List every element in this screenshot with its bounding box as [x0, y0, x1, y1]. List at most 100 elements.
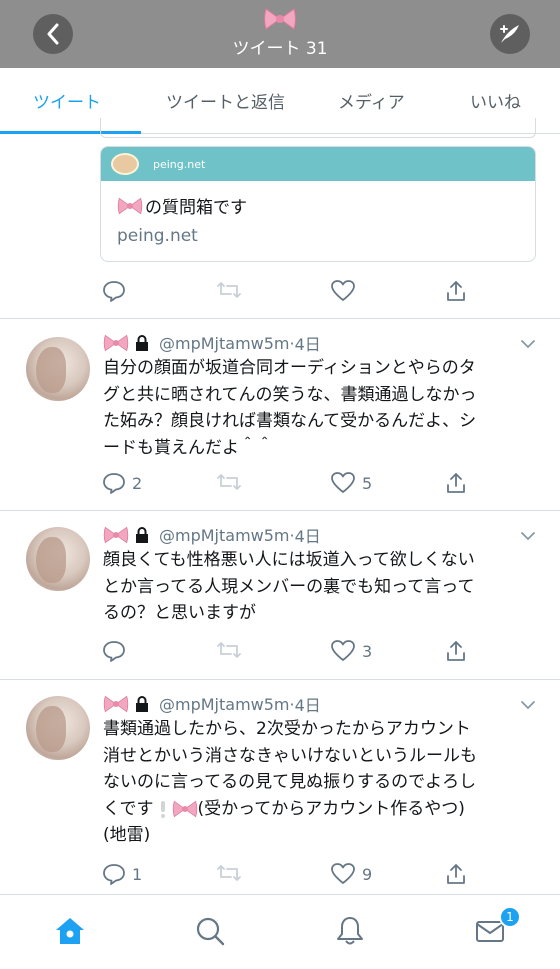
tweet-line: るの？と思いますが: [103, 603, 256, 623]
tweet-handle[interactable]: @mpMjtamw5m: [159, 526, 290, 545]
nav-search[interactable]: [194, 915, 226, 951]
ribbon-icon: [264, 8, 296, 30]
reply-button[interactable]: 2: [102, 471, 142, 495]
card-banner-site: peing.net: [153, 157, 206, 171]
share-button[interactable]: [444, 862, 468, 886]
tweet-line: グと共に晒されてんの笑うな、書類通過しなかっ: [103, 384, 477, 405]
tweet-line: (地雷): [103, 825, 151, 845]
tab-media[interactable]: メディア: [338, 88, 405, 113]
tweet-actions: 2 5: [0, 471, 560, 501]
link-preview-card[interactable]: peing.net の質問箱です peing.net: [100, 146, 536, 262]
tweet-count: ツイート 31: [232, 39, 328, 59]
compose-tweet-button[interactable]: [490, 14, 530, 54]
like-count: 5: [362, 473, 373, 493]
tweet-line: 顔良くても性格悪い人には坂道入って欲しくない: [103, 550, 475, 570]
tweet[interactable]: @mpMjtamw5m · 4日 書類通過したから、2次受かったからアカウント …: [0, 680, 560, 894]
reply-count: 1: [132, 864, 143, 884]
lock-icon: [136, 527, 148, 543]
tweet[interactable]: @mpMjtamw5m · 4日 自分の顔面が坂道合同オーディションとやらのタ …: [0, 319, 560, 509]
tab-tweets-and-replies[interactable]: ツイートと返信: [166, 88, 285, 113]
ribbon-icon: [103, 334, 129, 352]
card-title-text: の質問箱です: [145, 198, 247, 218]
bell-icon: [337, 917, 363, 945]
share-button[interactable]: [444, 471, 468, 495]
like-button[interactable]: 3: [330, 639, 372, 663]
tweet-line-text: (受かってからアカウント作るやつ): [197, 798, 465, 819]
lock-icon: [136, 335, 148, 351]
reply-button[interactable]: [102, 639, 132, 663]
card-domain: peing.net: [117, 226, 198, 246]
retweet-icon: [217, 474, 241, 490]
chevron-down-icon[interactable]: [520, 339, 536, 349]
chevron-down-icon[interactable]: [520, 531, 536, 541]
peing-logo: [111, 153, 139, 175]
lock-icon: [136, 696, 148, 712]
share-icon: [447, 281, 465, 301]
ribbon-icon: [172, 800, 197, 818]
reply-button[interactable]: 1: [102, 862, 142, 886]
tweet[interactable]: @mpMjtamw5m · 4日 顔良くても性格悪い人には坂道入って欲しくない …: [0, 511, 560, 679]
ribbon-icon: [117, 197, 143, 214]
heart-icon: [331, 640, 355, 661]
heart-icon: [331, 863, 355, 884]
tweet-line: 消せとかいう消さなきゃいけないというルールも: [103, 745, 477, 766]
nav-notifications[interactable]: [334, 915, 366, 951]
retweet-button: [216, 471, 242, 493]
quoted-card-bottom: [100, 118, 536, 138]
heart-icon: [331, 280, 355, 301]
avatar[interactable]: [26, 527, 90, 591]
retweet-button: [216, 279, 242, 301]
ribbon-icon: [103, 526, 129, 544]
back-button[interactable]: [33, 14, 73, 54]
tweet-time[interactable]: 4日: [295, 331, 321, 355]
tweet-actions: 1 9: [0, 862, 560, 892]
share-icon: [447, 473, 465, 493]
tweet-line: ードも貰えんだよ＾＾: [103, 437, 273, 458]
like-count: 3: [362, 641, 373, 661]
nav-home[interactable]: [54, 915, 86, 951]
reply-count: 2: [132, 473, 143, 493]
search-icon: [196, 917, 225, 946]
profile-header: ツイート 31: [0, 0, 560, 68]
exclamation-icon: [160, 800, 165, 818]
tab-likes[interactable]: いいね: [470, 88, 521, 113]
tweet-line: とか言ってる人現メンバーの裏でも知って言って: [103, 576, 475, 597]
tab-tweets[interactable]: ツイート: [33, 88, 101, 113]
tweet-header: @mpMjtamw5m · 4日: [103, 692, 321, 716]
avatar[interactable]: [26, 696, 90, 760]
avatar[interactable]: [26, 337, 90, 401]
tweet-time[interactable]: 4日: [295, 692, 321, 716]
tweet-line-text: くです: [103, 798, 154, 819]
tweet-handle[interactable]: @mpMjtamw5m: [159, 695, 290, 714]
notification-badge: 1: [499, 906, 521, 928]
tweet-line: 自分の顔面が坂道合同オーディションとやらのタ: [103, 358, 476, 378]
tweet-header: @mpMjtamw5m · 4日: [103, 523, 321, 547]
share-icon: [447, 641, 465, 661]
like-button[interactable]: [330, 279, 356, 303]
share-button[interactable]: [444, 279, 468, 303]
like-button[interactable]: 9: [330, 862, 372, 886]
tweet-line: 書類通過したから、2次受かったからアカウント: [103, 719, 471, 739]
chevron-left-icon: [47, 23, 59, 45]
tweet-text: 自分の顔面が坂道合同オーディションとやらのタ グと共に晒されてんの笑うな、書類通…: [103, 355, 543, 461]
reply-icon: [103, 473, 125, 494]
retweet-icon: [217, 282, 241, 298]
tweet-time[interactable]: 4日: [295, 523, 321, 547]
tweet-line: くです (受かってからアカウント作るやつ): [103, 796, 543, 823]
retweet-button: [216, 862, 242, 884]
header-center: ツイート 31: [180, 6, 380, 59]
tweet-line: た妬み？顔良ければ書類なんて受かるんだよ、シ: [103, 411, 477, 431]
home-icon: [56, 918, 84, 944]
tweet-text: 顔良くても性格悪い人には坂道入って欲しくない とか言ってる人現メンバーの裏でも知…: [103, 547, 543, 627]
reply-button[interactable]: [102, 279, 126, 303]
chevron-down-icon[interactable]: [520, 700, 536, 710]
tweet-text: 書類通過したから、2次受かったからアカウント 消せとかいう消さなきゃいけないとい…: [103, 716, 543, 849]
heart-icon: [331, 472, 355, 493]
tweet-handle[interactable]: @mpMjtamw5m: [159, 334, 290, 353]
reply-icon: [103, 641, 125, 662]
like-button[interactable]: 5: [330, 471, 372, 495]
ribbon-icon: [103, 695, 129, 713]
share-button[interactable]: [444, 639, 468, 663]
reply-icon: [103, 281, 125, 302]
card-banner: peing.net: [101, 147, 535, 181]
